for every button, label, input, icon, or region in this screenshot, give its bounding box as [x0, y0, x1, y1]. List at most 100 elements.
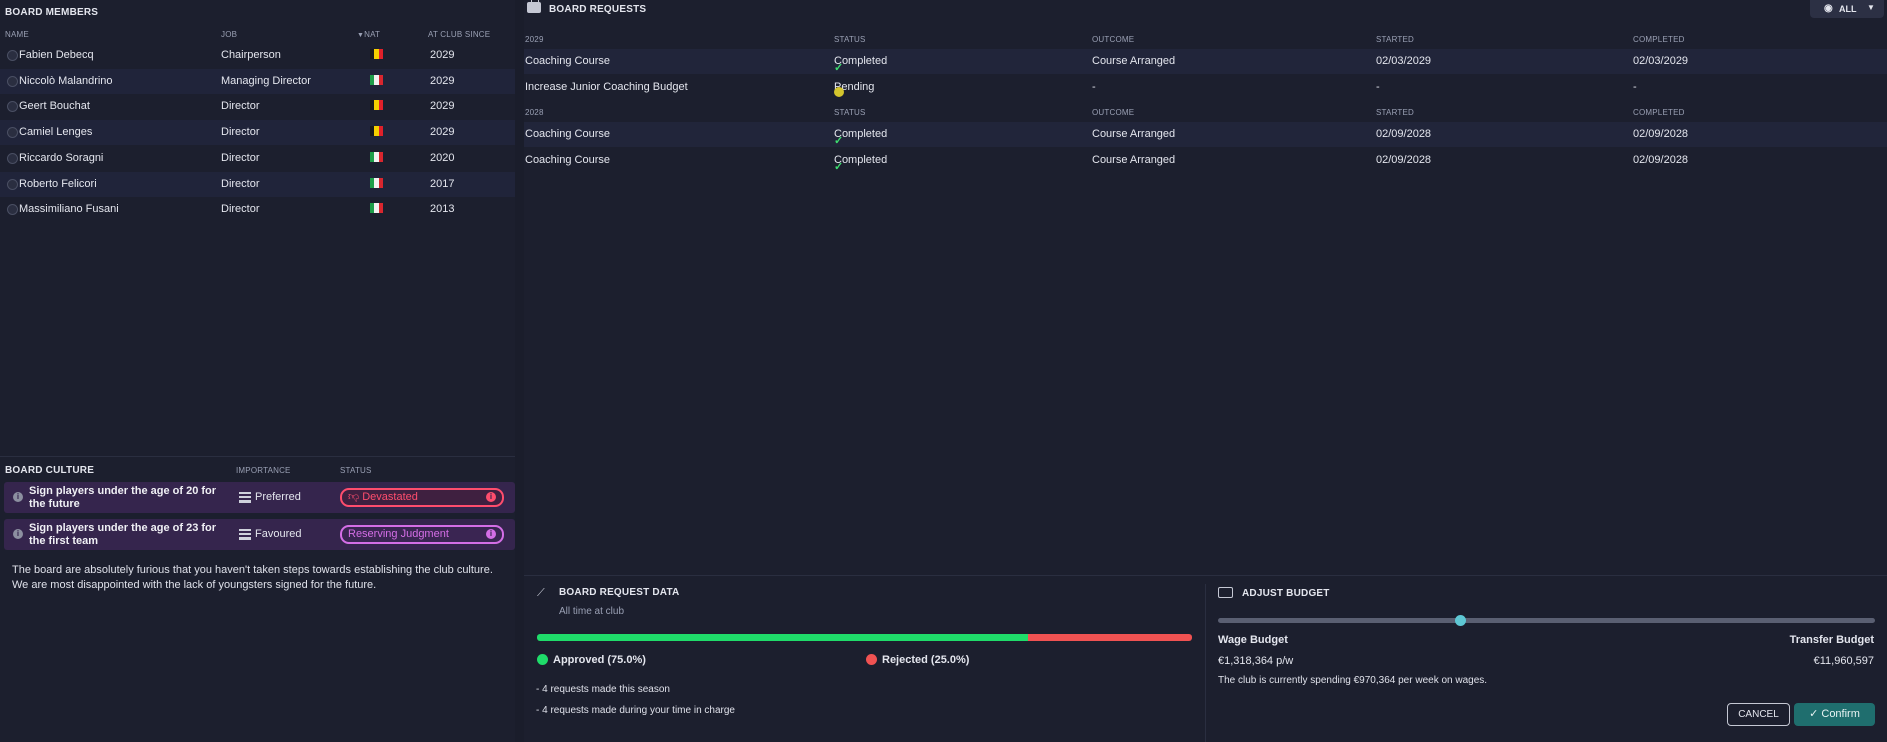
member-name[interactable]: Geert Bouchat [19, 100, 90, 112]
col-job[interactable]: JOB [221, 30, 237, 39]
request-data-title: BOARD REQUEST DATA [559, 587, 680, 598]
request-started: - [1376, 80, 1380, 93]
rejected-segment [1028, 634, 1192, 641]
col-status[interactable]: STATUS [834, 108, 866, 117]
member-name[interactable]: Massimiliano Fusani [19, 203, 119, 215]
select-checkbox[interactable] [7, 75, 18, 87]
request-row[interactable]: Coaching Course ✓ Completed Course Arrange… [524, 49, 1887, 74]
importance-icon [239, 529, 251, 540]
transfer-budget-label: Transfer Budget [1789, 634, 1874, 646]
culture-status-pill[interactable]: Reserving Judgment i [340, 525, 504, 544]
flag-icon [370, 203, 383, 214]
filter-dropdown[interactable]: ◉ ALL ▼ [1810, 0, 1884, 18]
adjust-budget-title: ADJUST BUDGET [1242, 588, 1330, 599]
col-nat-label: NAT [364, 30, 381, 39]
requests-header-row: 2029 STATUS OUTCOME STARTED COMPLETED [524, 29, 1887, 49]
member-since: 2017 [430, 177, 455, 190]
member-name[interactable]: Riccardo Soragni [19, 152, 103, 164]
request-outcome: Course Arranged [1092, 153, 1176, 166]
member-since: 2029 [430, 49, 455, 61]
col-status[interactable]: STATUS [834, 35, 866, 44]
member-row[interactable]: Riccardo Soragni Director 2020 [0, 146, 515, 171]
member-row[interactable]: Massimiliano Fusani Director 2013 [0, 197, 515, 222]
col-completed[interactable]: COMPLETED [1633, 35, 1685, 44]
budget-slider[interactable] [1218, 615, 1875, 626]
chevron-down-icon: ▼ [1867, 3, 1875, 12]
request-status-cell: Pending [834, 81, 874, 97]
col-outcome[interactable]: OUTCOME [1092, 108, 1134, 117]
member-row[interactable]: Roberto Felicori Director 2017 [0, 171, 515, 197]
culture-importance: Favoured [255, 528, 302, 540]
info-icon[interactable]: i [13, 529, 23, 539]
member-name[interactable]: Fabien Debecq [19, 49, 94, 61]
chart-trend-icon: ⟋ [537, 587, 545, 599]
wage-budget-value: €1,318,364 p/w [1218, 655, 1294, 667]
request-data-subtitle: All time at club [559, 606, 625, 617]
culture-row[interactable]: i Sign players under the age of 23 for t… [4, 519, 515, 550]
check-icon: ✓ [834, 135, 844, 147]
confirm-label: Confirm [1821, 708, 1860, 720]
approved-label: Approved (75.0%) [553, 654, 646, 666]
request-status-cell: ✓ Completed [834, 154, 887, 173]
select-checkbox[interactable] [7, 204, 18, 216]
col-since[interactable]: AT CLUB SINCE [428, 30, 490, 39]
request-name: Increase Junior Coaching Budget [525, 80, 688, 93]
filter-label: ALL [1839, 4, 1857, 14]
board-requests-title: BOARD REQUESTS [549, 4, 647, 15]
request-row[interactable]: Coaching Course ✓ Completed Course Arrange… [524, 122, 1887, 147]
member-since: 2013 [430, 203, 455, 216]
request-started: 02/09/2028 [1376, 153, 1432, 166]
col-name[interactable]: NAME [5, 30, 29, 39]
board-members-title: BOARD MEMBERS [5, 7, 99, 18]
request-note: - 4 requests made during your time in ch… [536, 705, 735, 716]
select-checkbox[interactable] [7, 101, 18, 113]
culture-status: Devastated [362, 491, 418, 503]
member-job: Director [221, 126, 260, 139]
member-row[interactable]: Niccolò Malandrino Managing Director 2029 [0, 68, 515, 94]
col-started[interactable]: STARTED [1376, 108, 1414, 117]
request-completed: 02/03/2029 [1633, 55, 1689, 67]
requests-header-row: 2028 STATUS OUTCOME STARTED COMPLETED [524, 102, 1887, 122]
select-checkbox[interactable] [7, 152, 18, 164]
col-importance: IMPORTANCE [236, 466, 291, 475]
member-row[interactable]: Geert Bouchat Director 2029 [0, 94, 515, 119]
col-outcome[interactable]: OUTCOME [1092, 35, 1134, 44]
member-row[interactable]: Camiel Lenges Director 2029 [0, 120, 515, 146]
info-icon[interactable]: i [486, 492, 496, 502]
member-job: Director [221, 203, 260, 216]
rejected-dot-icon [866, 654, 877, 665]
select-checkbox[interactable] [7, 50, 18, 61]
request-status-cell: ✓ Completed [834, 128, 887, 147]
confirm-button[interactable]: ✓ Confirm [1794, 703, 1875, 726]
thumbs-down-icon: 👎︎ [348, 491, 360, 503]
flag-icon [370, 126, 383, 137]
request-outcome: Course Arranged [1092, 128, 1176, 140]
info-icon[interactable]: i [13, 492, 23, 502]
culture-status-pill[interactable]: 👎︎ Devastated i [340, 488, 504, 507]
member-job: Director [221, 151, 260, 164]
select-checkbox[interactable] [7, 178, 18, 190]
culture-importance: Preferred [255, 491, 301, 503]
culture-requirement: Sign players under the age of 23 for the… [29, 522, 217, 547]
member-name[interactable]: Niccolò Malandrino [19, 75, 113, 87]
info-icon[interactable]: i [486, 529, 496, 539]
member-name[interactable]: Camiel Lenges [19, 126, 92, 138]
briefcase-icon [527, 0, 541, 13]
spending-note: The club is currently spending €970,364 … [1218, 675, 1488, 686]
request-row[interactable]: Increase Junior Coaching Budget Pending - -… [524, 75, 1887, 100]
request-row[interactable]: Coaching Course ✓ Completed Course Arrange… [524, 148, 1887, 173]
col-started[interactable]: STARTED [1376, 35, 1414, 44]
year-header: 2028 [525, 108, 544, 117]
col-nat[interactable]: ▼NAT [357, 30, 380, 39]
panel-divider[interactable] [515, 0, 524, 742]
cancel-button[interactable]: CANCEL [1727, 703, 1790, 726]
culture-requirement: Sign players under the age of 20 for the… [29, 485, 217, 510]
col-completed[interactable]: COMPLETED [1633, 108, 1685, 117]
member-row[interactable]: Fabien Debecq Chairperson 2029 [0, 43, 515, 68]
check-icon: ✓ [1809, 708, 1822, 720]
member-name[interactable]: Roberto Felicori [19, 178, 97, 190]
select-checkbox[interactable] [7, 127, 18, 139]
culture-row[interactable]: i Sign players under the age of 20 for t… [4, 482, 515, 513]
slider-thumb[interactable] [1454, 615, 1466, 626]
request-name: Coaching Course [525, 55, 610, 67]
